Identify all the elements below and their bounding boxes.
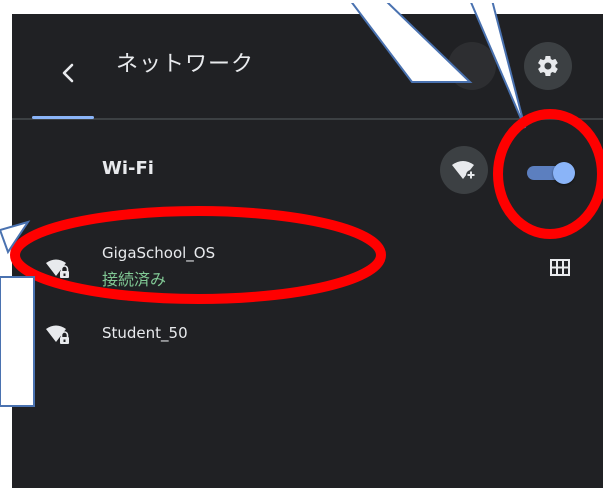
wifi-locked-icon — [46, 325, 69, 344]
tab-divider — [12, 118, 603, 120]
screenshot-stage: ネットワーク Wi-Fi GigaSchool_OS 接続済み Student_… — [0, 0, 603, 488]
page-title: ネットワーク — [116, 52, 255, 77]
wifi-locked-icon — [46, 259, 69, 278]
network-status: 接続済み — [102, 270, 167, 289]
toggle-knob — [553, 162, 575, 184]
network-item[interactable]: Student_50 — [12, 314, 603, 364]
network-panel: ネットワーク Wi-Fi GigaSchool_OS 接続済み Student_… — [12, 14, 603, 488]
hidden-header-button[interactable] — [448, 42, 496, 90]
network-item-connected[interactable]: GigaSchool_OS 接続済み — [12, 228, 603, 289]
callout-top-cap — [0, 0, 603, 3]
grid-icon — [550, 259, 570, 276]
settings-button[interactable] — [524, 42, 572, 90]
network-name: Student_50 — [102, 324, 188, 342]
add-network-button[interactable] — [440, 146, 488, 194]
network-name: GigaSchool_OS — [102, 244, 216, 262]
chevron-left-icon[interactable] — [58, 62, 80, 84]
wifi-section-title: Wi-Fi — [102, 158, 154, 179]
wifi-toggle[interactable] — [525, 162, 575, 184]
gear-icon — [538, 55, 558, 77]
wifi-add-icon — [452, 161, 476, 180]
tab-indicator — [32, 116, 94, 119]
